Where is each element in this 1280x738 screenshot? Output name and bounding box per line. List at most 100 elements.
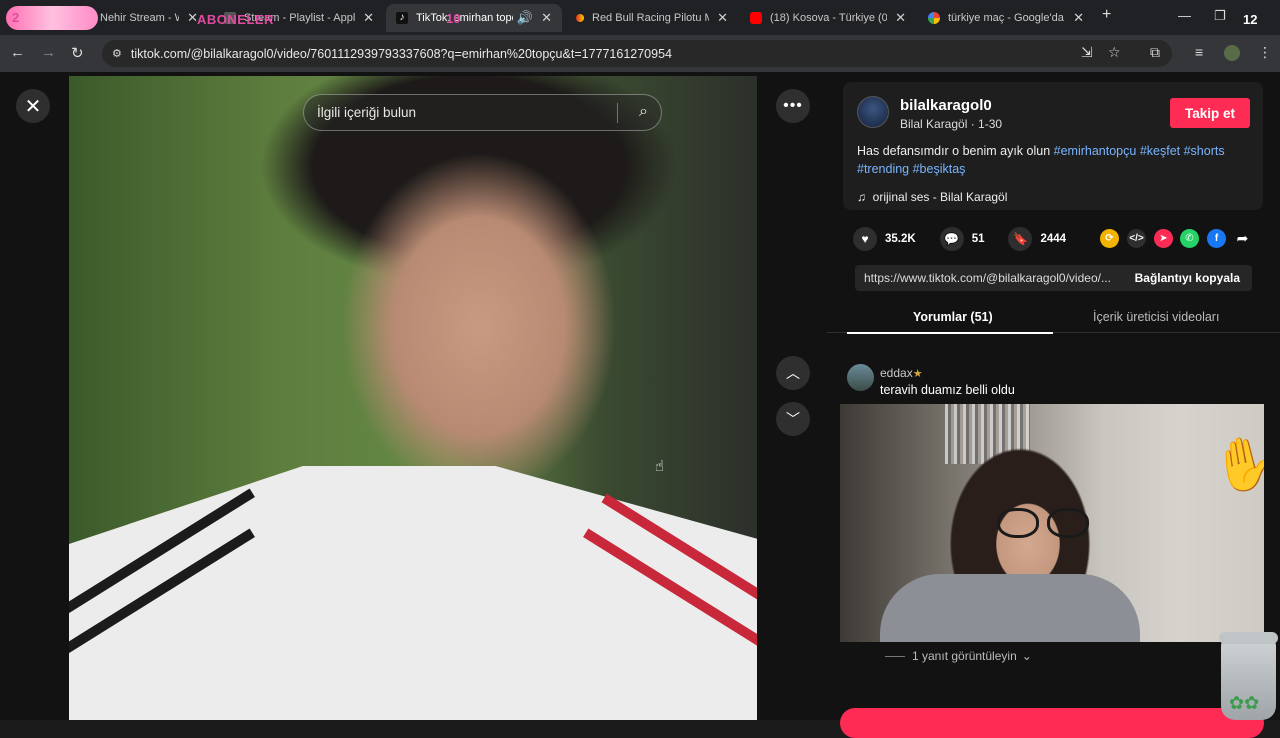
- stream-overlay-pill: [6, 6, 98, 30]
- tab-comments[interactable]: Yorumlar (51): [913, 310, 993, 324]
- url-text: tiktok.com/@bilalkaragol0/video/76011129…: [130, 46, 672, 61]
- share-link-url[interactable]: https://www.tiktok.com/@bilalkaragol0/vi…: [855, 271, 1123, 285]
- view-replies-button[interactable]: 1 yanıt görüntüleyin ⌄: [885, 649, 1032, 663]
- tab-title: türkiye maç - Google'da A: [948, 12, 1066, 24]
- follow-button[interactable]: Takip et: [1170, 98, 1250, 128]
- glasses: [997, 508, 1091, 538]
- repost-icon[interactable]: ⟳: [1100, 229, 1119, 248]
- save-button[interactable]: 🔖 2444: [1008, 227, 1066, 251]
- comment-count: 51: [971, 233, 985, 245]
- commenter-avatar[interactable]: [847, 364, 874, 391]
- youtube-icon: [750, 12, 762, 24]
- minimize-button[interactable]: —: [1178, 8, 1191, 23]
- whatsapp-icon[interactable]: ✆: [1180, 229, 1199, 248]
- related-search-input[interactable]: İlgili içeriği bulun ⌕: [303, 94, 662, 131]
- video-frame-jersey: [69, 466, 757, 720]
- tab-google[interactable]: türkiye maç - Google'da A ✕: [918, 4, 1094, 32]
- hashtag[interactable]: #beşiktaş: [913, 162, 966, 176]
- webcam-overlay: ✋: [840, 404, 1264, 642]
- close-tab-icon[interactable]: ✕: [1073, 10, 1084, 26]
- author-display-name: Bilal Karagöl · 1-30: [900, 117, 1003, 131]
- close-tab-icon[interactable]: ✕: [541, 10, 552, 26]
- tiktok-icon: ♪: [396, 12, 408, 24]
- chevron-down-icon: ⌄: [1021, 649, 1032, 663]
- audio-icon[interactable]: 🔊: [517, 10, 533, 26]
- sound-link[interactable]: ♫ orijinal ses - Bilal Karagöl: [857, 190, 1007, 204]
- close-tab-icon[interactable]: ✕: [363, 10, 374, 26]
- site-settings-icon[interactable]: ⚙: [112, 47, 122, 60]
- embed-icon[interactable]: </>: [1127, 229, 1146, 248]
- google-icon: [928, 12, 940, 24]
- new-tab-button[interactable]: +: [1102, 6, 1111, 24]
- tiktok-page: ✕ İlgili içeriği bulun ⌕ ••• ︿ ﹀ ☝ bilal…: [0, 72, 1280, 738]
- menu-kebab-icon[interactable]: ⋮: [1258, 44, 1272, 61]
- close-tab-icon[interactable]: ✕: [717, 10, 728, 26]
- tab-creator-videos[interactable]: İçerik üreticisi videoları: [1093, 310, 1219, 324]
- plant-icon: ✿✿: [1229, 693, 1260, 713]
- overlay-badge-right: 12: [1243, 12, 1258, 27]
- details-panel: bilalkaragol0 Bilal Karagöl · 1-30 Takip…: [827, 72, 1280, 738]
- reload-icon[interactable]: ↻: [71, 44, 84, 62]
- media-controls-icon[interactable]: ≡: [1195, 44, 1203, 60]
- bookmark-star-icon[interactable]: ☆: [1108, 44, 1121, 61]
- previous-video-button[interactable]: ︿: [776, 356, 810, 390]
- close-video-button[interactable]: ✕: [16, 89, 50, 123]
- post-info-card: bilalkaragol0 Bilal Karagöl · 1-30 Takip…: [843, 82, 1263, 210]
- tab-tiktok[interactable]: ♪ TikTok: emirhan topçu 🔊 ✕: [386, 4, 562, 32]
- more-icon: •••: [783, 97, 803, 114]
- address-bar: ← → ↻ ⚙ tiktok.com/@bilalkaragol0/video/…: [0, 35, 1280, 72]
- hashtag[interactable]: #trending: [857, 162, 909, 176]
- profile-avatar[interactable]: [1224, 45, 1240, 61]
- maximize-button[interactable]: ❐: [1214, 8, 1226, 24]
- tab-red-bull[interactable]: Red Bull Racing Pilotu Ma ✕: [566, 4, 738, 32]
- tab-title: TikTok: emirhan topçu: [416, 12, 513, 24]
- share-link-row: https://www.tiktok.com/@bilalkaragol0/vi…: [855, 265, 1252, 291]
- comment-text: teravih duamız belli oldu: [880, 383, 1015, 397]
- close-tab-icon[interactable]: ✕: [895, 10, 906, 26]
- commenter-username: eddax: [880, 366, 913, 380]
- comment-button[interactable]: 💬 51: [939, 227, 985, 251]
- hashtag[interactable]: #keşfet: [1140, 144, 1180, 158]
- forward-arrow-icon[interactable]: →: [41, 44, 56, 61]
- extensions-icon[interactable]: ⧉: [1150, 44, 1160, 61]
- streamer-hoodie: [880, 574, 1140, 642]
- next-video-button[interactable]: ﹀: [776, 402, 810, 436]
- like-button[interactable]: ♥ 35.2K: [853, 227, 916, 251]
- back-arrow-icon[interactable]: ←: [10, 44, 25, 61]
- overlay-badge-left: 2: [12, 10, 20, 25]
- hashtag[interactable]: #emirhantopçu: [1054, 144, 1137, 158]
- video-player[interactable]: İlgili içeriği bulun ⌕: [69, 76, 757, 720]
- music-note-icon: ♫: [857, 190, 866, 204]
- chevron-up-icon: ︿: [786, 365, 800, 381]
- copy-link-button[interactable]: Bağlantıyı kopyala: [1123, 271, 1252, 285]
- url-field[interactable]: ⚙ tiktok.com/@bilalkaragol0/video/760111…: [102, 40, 1172, 67]
- view-replies-label: 1 yanıt görüntüleyin: [912, 649, 1017, 663]
- search-icon[interactable]: ⌕: [639, 103, 648, 121]
- install-app-icon[interactable]: ⇲: [1081, 44, 1093, 61]
- tab-nehir-stream[interactable]: Nehir Stream - Wa ✕: [90, 4, 208, 32]
- send-icon[interactable]: ➤: [1154, 229, 1173, 248]
- chevron-down-icon: ﹀: [786, 411, 800, 427]
- mouse-cursor-icon: ☝: [655, 458, 665, 475]
- close-icon: ✕: [24, 95, 42, 118]
- tab-title: Red Bull Racing Pilotu Ma: [592, 12, 710, 24]
- sound-title: orijinal ses - Bilal Karagöl: [872, 190, 1008, 204]
- more-options-button[interactable]: •••: [776, 89, 810, 123]
- comment-action-bar[interactable]: [840, 708, 1264, 738]
- tab-title: Nehir Stream - Wa: [100, 12, 179, 24]
- star-badge-icon: ★: [912, 368, 923, 380]
- decor-jar: ✿✿: [1219, 632, 1278, 720]
- bookmark-icon: 🔖: [1008, 227, 1033, 251]
- hashtag[interactable]: #shorts: [1184, 144, 1225, 158]
- overlay-label: ABONELER: [197, 12, 274, 27]
- share-arrow-icon[interactable]: ➦: [1233, 229, 1252, 248]
- tab-youtube[interactable]: (18) Kosova - Türkiye (0-1) ✕: [740, 4, 916, 32]
- commenter-name[interactable]: eddax★: [880, 366, 923, 380]
- author-avatar[interactable]: [857, 96, 889, 128]
- heart-icon: ♥: [853, 227, 877, 251]
- search-divider: [617, 103, 618, 123]
- facebook-icon[interactable]: f: [1207, 229, 1226, 248]
- handprint-drawing: ✋: [1207, 430, 1264, 500]
- author-username[interactable]: bilalkaragol0: [900, 97, 992, 114]
- save-count: 2444: [1040, 233, 1067, 245]
